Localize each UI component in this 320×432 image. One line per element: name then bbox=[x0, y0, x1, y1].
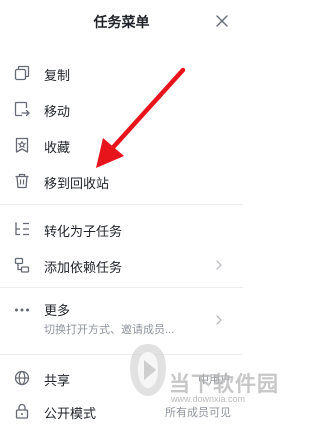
visibility-text: 所有成员可见 bbox=[165, 407, 231, 419]
divider bbox=[0, 354, 243, 355]
subtask-icon bbox=[13, 220, 31, 238]
menu-item-share[interactable]: 共享 中用户 bbox=[0, 363, 243, 393]
menu-item-label: 移到回收站 bbox=[44, 176, 110, 191]
menu-item-recycle[interactable]: 移到回收站 bbox=[0, 166, 243, 196]
menu-item-label: 复制 bbox=[44, 68, 71, 83]
trash-icon bbox=[13, 172, 31, 190]
menu-item-convert-subtask[interactable]: 转化为子任务 bbox=[0, 214, 243, 244]
menu-item-label: 公开模式 bbox=[44, 406, 97, 421]
menu-item-sublabel: 切换打开方式、邀请成员... bbox=[44, 324, 175, 336]
bookmark-star-icon bbox=[13, 136, 31, 154]
menu-item-label: 转化为子任务 bbox=[44, 224, 123, 239]
menu-item-public-mode[interactable]: 公开模式 所有成员可见 bbox=[0, 396, 243, 426]
divider bbox=[0, 204, 243, 205]
menu-header: 任务菜单 bbox=[0, 0, 243, 44]
menu-item-label: 添加依赖任务 bbox=[44, 260, 123, 275]
globe-icon bbox=[13, 369, 31, 387]
menu-title: 任务菜单 bbox=[93, 14, 150, 30]
menu-item-add-dependency[interactable]: 添加依赖任务 bbox=[0, 250, 243, 280]
menu-item-favorite[interactable]: 收藏 bbox=[0, 130, 243, 160]
menu-item-label: 移动 bbox=[44, 104, 71, 119]
menu-item-label: 收藏 bbox=[44, 140, 71, 155]
divider bbox=[0, 287, 243, 288]
menu-item-move[interactable]: 移动 bbox=[0, 94, 243, 124]
dependency-icon bbox=[13, 256, 31, 274]
lock-icon bbox=[13, 402, 31, 420]
menu-item-copy[interactable]: 复制 bbox=[0, 58, 243, 88]
share-scope-text: 中用户 bbox=[198, 374, 231, 386]
copy-icon bbox=[13, 64, 31, 82]
more-dots-icon bbox=[13, 301, 31, 319]
move-icon bbox=[13, 100, 31, 118]
menu-item-label: 共享 bbox=[44, 373, 71, 388]
close-icon[interactable] bbox=[213, 12, 231, 30]
chevron-right-icon bbox=[215, 259, 223, 271]
menu-item-more[interactable]: 更多 切换打开方式、邀请成员... bbox=[0, 297, 243, 343]
chevron-right-icon bbox=[215, 314, 223, 326]
menu-item-label: 更多 bbox=[44, 303, 71, 318]
